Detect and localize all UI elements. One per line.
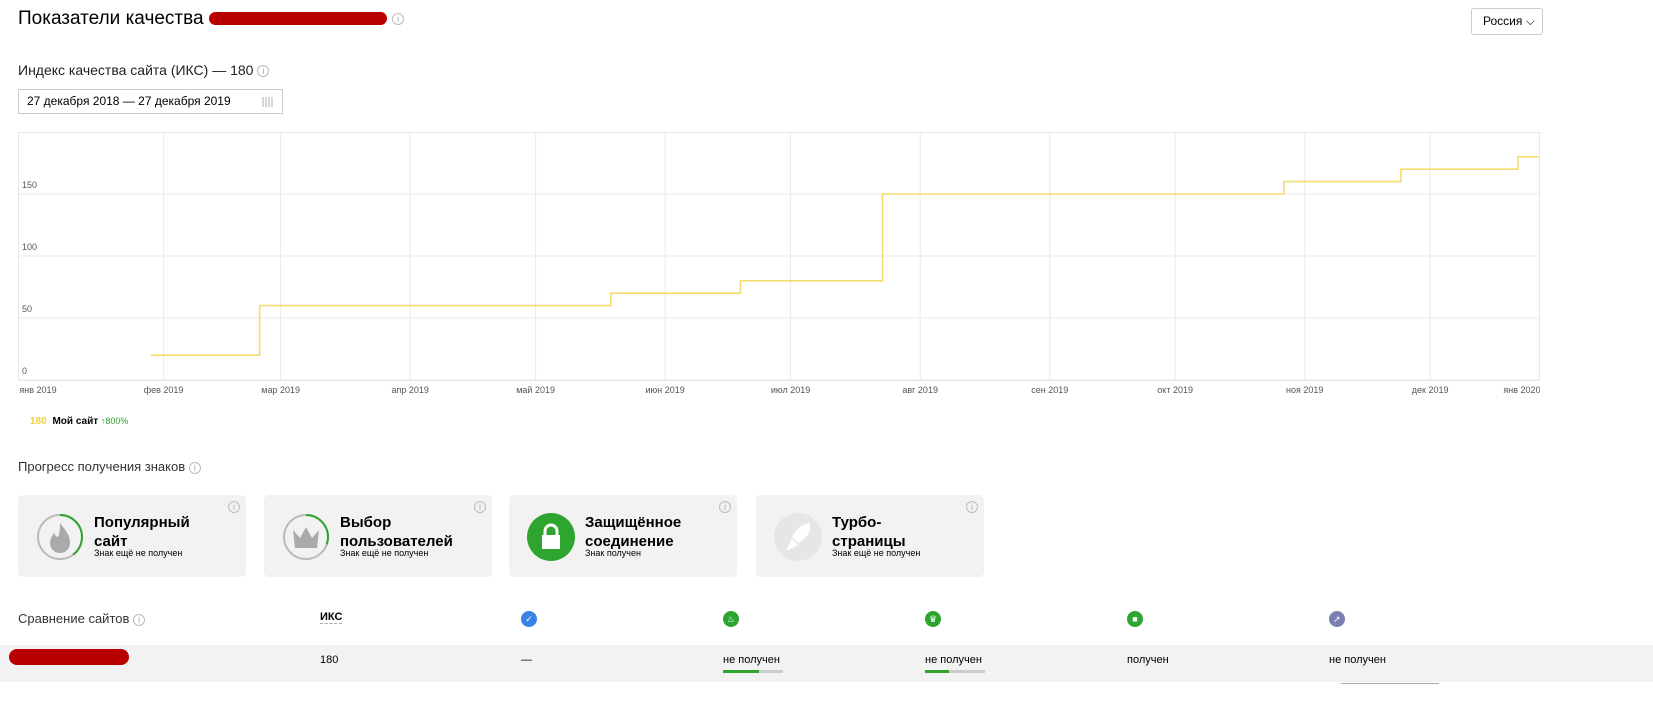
row-iks: 180 bbox=[320, 654, 339, 666]
x-tick-label: дек 2019 bbox=[1412, 385, 1449, 395]
x-tick-label: ноя 2019 bbox=[1286, 385, 1323, 395]
badge-name: Защищённое соединение bbox=[585, 514, 682, 550]
rocket-icon bbox=[774, 513, 822, 561]
y-tick-label: 100 bbox=[22, 242, 37, 252]
iks-heading: Индекс качества сайта (ИКС) — 180 i bbox=[18, 62, 270, 78]
badge-name: Популярный сайт bbox=[94, 514, 190, 550]
x-tick-label: авг 2019 bbox=[902, 385, 938, 395]
info-icon[interactable]: i bbox=[188, 461, 201, 474]
x-tick-label: янв 2019 bbox=[19, 385, 56, 395]
badge-card-choice[interactable]: Выбор пользователей Знак ещё не получен … bbox=[264, 495, 492, 577]
y-tick-label: 0 bbox=[22, 366, 27, 376]
x-tick-label: май 2019 bbox=[516, 385, 555, 395]
x-tick-label: сен 2019 bbox=[1031, 385, 1068, 395]
region-value: Россия bbox=[1483, 14, 1523, 28]
badge-card-secure[interactable]: Защищённое соединение Знак получен i bbox=[509, 495, 737, 577]
badges-title: Прогресс получения знаков bbox=[18, 459, 186, 474]
calendar-icon bbox=[262, 97, 274, 107]
row-popular: не получен bbox=[723, 654, 780, 666]
row-verified: — bbox=[521, 654, 532, 666]
info-icon[interactable]: i bbox=[966, 501, 978, 513]
x-tick-label: мар 2019 bbox=[261, 385, 300, 395]
row-choice: не получен bbox=[925, 654, 982, 666]
badge-status: Знак ещё не получен bbox=[94, 548, 183, 558]
badge-name: Выбор пользователей bbox=[340, 514, 453, 550]
badge-card-turbo[interactable]: Турбо-страницы Знак ещё не получен i bbox=[756, 495, 984, 577]
page-title: Показатели качества i bbox=[18, 8, 405, 30]
x-tick-label: июл 2019 bbox=[771, 385, 810, 395]
compare-title: Сравнение сайтов bbox=[18, 611, 130, 626]
iks-column-header[interactable]: ИКС bbox=[320, 611, 343, 624]
badge-status: Знак ещё не получен bbox=[832, 548, 921, 558]
lock-icon bbox=[527, 513, 575, 561]
chart-legend: 180 Мой сайт ↑800% bbox=[30, 416, 128, 427]
y-tick-label: 50 bbox=[22, 304, 32, 314]
info-icon[interactable]: i bbox=[474, 501, 486, 513]
divider bbox=[1341, 683, 1439, 684]
fire-icon: ♨ bbox=[723, 611, 739, 627]
iks-chart: 0 50 100 150 янв 2019 фев 2019 мар 2019 апр 201… bbox=[18, 132, 1540, 395]
legend-change: ↑800% bbox=[100, 416, 129, 426]
badges-heading: Прогресс получения знаков i bbox=[18, 459, 201, 474]
row-turbo: не получен bbox=[1329, 654, 1386, 666]
legend-name[interactable]: Мой сайт bbox=[52, 416, 98, 427]
lock-icon: ■ bbox=[1127, 611, 1143, 627]
info-icon[interactable]: i bbox=[257, 65, 270, 78]
iks-label: Индекс качества сайта (ИКС) — 180 bbox=[18, 62, 254, 78]
crown-icon: ♛ bbox=[925, 611, 941, 627]
progress-fill bbox=[723, 670, 759, 673]
verified-icon: ✓ bbox=[521, 611, 537, 627]
title-text: Показатели качества bbox=[18, 8, 204, 29]
x-tick-label: окт 2019 bbox=[1157, 385, 1193, 395]
info-icon[interactable]: i bbox=[719, 501, 731, 513]
crown-icon bbox=[283, 514, 329, 560]
badge-card-popular[interactable]: Популярный сайт Знак ещё не получен i bbox=[18, 495, 246, 577]
redacted-site bbox=[208, 12, 387, 26]
choice-progress-bar bbox=[925, 670, 985, 673]
region-select[interactable]: Россия ⌵ bbox=[1471, 8, 1543, 35]
info-icon[interactable]: i bbox=[392, 12, 405, 25]
popular-progress-bar bbox=[723, 670, 783, 673]
legend-value: 180 bbox=[30, 416, 47, 427]
badge-name: Турбо-страницы bbox=[832, 514, 906, 550]
info-icon[interactable]: i bbox=[133, 613, 146, 626]
chevron-down-icon: ⌵ bbox=[1525, 14, 1535, 28]
date-range-picker[interactable]: 27 декабря 2018 — 27 декабря 2019 bbox=[18, 89, 283, 114]
x-tick-label: июн 2019 bbox=[646, 385, 685, 395]
table-row bbox=[0, 645, 1653, 682]
y-tick-label: 150 bbox=[22, 180, 37, 190]
redacted-site bbox=[9, 649, 129, 665]
badge-status: Знак получен bbox=[585, 548, 641, 558]
progress-fill bbox=[925, 670, 949, 673]
row-secure: получен bbox=[1127, 654, 1169, 666]
x-tick-label: фев 2019 bbox=[144, 385, 184, 395]
fire-icon bbox=[37, 514, 83, 560]
info-icon[interactable]: i bbox=[228, 501, 240, 513]
rocket-icon: ➚ bbox=[1329, 611, 1345, 627]
x-tick-label: апр 2019 bbox=[391, 385, 428, 395]
badge-status: Знак ещё не получен bbox=[340, 548, 429, 558]
x-tick-label: янв 2020 bbox=[1503, 385, 1540, 395]
compare-heading: Сравнение сайтов i bbox=[18, 611, 146, 626]
date-range-value: 27 декабря 2018 — 27 декабря 2019 bbox=[27, 94, 231, 108]
